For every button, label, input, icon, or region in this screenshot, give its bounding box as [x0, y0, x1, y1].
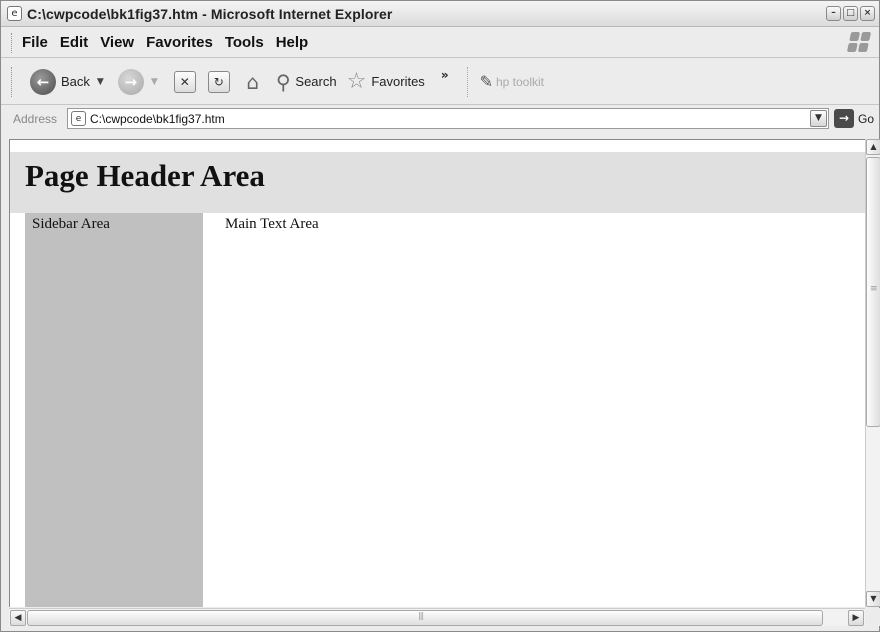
- close-button[interactable]: ×: [860, 6, 875, 21]
- go-button[interactable]: → Go: [834, 109, 874, 128]
- go-arrow-icon: →: [834, 109, 854, 128]
- scroll-up-button[interactable]: ▲: [866, 139, 880, 155]
- chevron-down-icon: ▼: [870, 594, 877, 603]
- scroll-left-button[interactable]: ◀: [10, 610, 26, 626]
- menu-grip[interactable]: [11, 32, 14, 53]
- main-text: Main Text Area: [225, 216, 319, 232]
- vertical-scrollbar[interactable]: ▲ ▼: [865, 139, 880, 607]
- search-magnifier-icon: ⚲: [275, 69, 291, 94]
- scrollbar-corner: [865, 608, 880, 626]
- vertical-scroll-thumb[interactable]: [866, 157, 880, 427]
- page-header-area: Page Header Area: [10, 152, 865, 213]
- maximize-button[interactable]: □: [843, 6, 858, 21]
- horizontal-scrollbar[interactable]: ◀ ▶: [9, 608, 865, 626]
- forward-dropdown-icon[interactable]: ▼: [151, 77, 158, 87]
- browser-window: e C:\cwpcode\bk1fig37.htm - Microsoft In…: [0, 0, 880, 632]
- standard-toolbar: ← Back ▼ → ▼ ✕ ↻ ⌂ ⚲ Search ☆ Favorites …: [1, 59, 879, 105]
- menu-help[interactable]: Help: [276, 34, 309, 51]
- ie-page-icon: e: [71, 111, 86, 126]
- sidebar-text: Sidebar Area: [32, 216, 110, 232]
- address-input[interactable]: e C:\cwpcode\bk1fig37.htm ▼: [67, 108, 829, 129]
- go-label: Go: [858, 111, 875, 126]
- search-button[interactable]: ⚲ Search: [276, 70, 337, 94]
- back-button[interactable]: ← Back ▼: [30, 68, 104, 95]
- menu-view[interactable]: View: [100, 34, 134, 51]
- home-icon: ⌂: [246, 69, 260, 94]
- menu-tools[interactable]: Tools: [225, 34, 264, 51]
- scroll-right-button[interactable]: ▶: [848, 610, 864, 626]
- forward-arrow-icon: →: [117, 68, 144, 95]
- window-controls: – □ ×: [826, 6, 875, 21]
- search-label: Search: [295, 74, 337, 89]
- chevron-down-icon: ▼: [815, 113, 822, 123]
- title-bar: e C:\cwpcode\bk1fig37.htm - Microsoft In…: [1, 1, 879, 27]
- windows-flag-icon: [846, 32, 872, 52]
- sidebar-area: Sidebar Area: [25, 213, 203, 607]
- menu-edit[interactable]: Edit: [60, 34, 88, 51]
- chevron-right-icon: ▶: [852, 613, 860, 623]
- favorites-button[interactable]: ☆ Favorites: [347, 69, 425, 94]
- address-label: Address: [13, 112, 58, 126]
- menu-file[interactable]: File: [22, 34, 48, 51]
- toolbar-separator: [466, 66, 468, 97]
- chevron-left-icon: ◀: [14, 613, 22, 623]
- ie-page-icon: e: [7, 6, 22, 21]
- scroll-down-button[interactable]: ▼: [866, 591, 880, 607]
- stop-button[interactable]: ✕: [173, 70, 196, 93]
- forward-button[interactable]: → ▼: [117, 68, 158, 95]
- toolbar-overflow-chevron[interactable]: »: [441, 68, 449, 82]
- horizontal-scroll-thumb[interactable]: [27, 610, 823, 626]
- page-header-text: Page Header Area: [25, 158, 265, 193]
- stop-icon: ✕: [179, 74, 190, 89]
- favorites-label: Favorites: [371, 74, 425, 89]
- page-viewport: Page Header Area Sidebar Area Main Text …: [9, 139, 865, 607]
- address-bar: Address e C:\cwpcode\bk1fig37.htm ▼ → Go: [1, 106, 879, 132]
- refresh-icon: ↻: [213, 74, 224, 89]
- hp-toolkit-button[interactable]: ✎ hp toolkit: [480, 72, 544, 91]
- hp-toolkit-label: hp toolkit: [495, 74, 545, 89]
- back-dropdown-icon[interactable]: ▼: [97, 77, 104, 87]
- toolbar-grip[interactable]: [11, 66, 14, 97]
- address-value: C:\cwpcode\bk1fig37.htm: [90, 111, 225, 126]
- chevron-up-icon: ▲: [870, 142, 877, 151]
- star-icon: ☆: [346, 69, 367, 94]
- hp-toolkit-icon: ✎: [479, 72, 493, 91]
- home-button[interactable]: ⌂: [240, 69, 266, 95]
- back-arrow-icon: ←: [30, 68, 56, 95]
- refresh-button[interactable]: ↻: [207, 70, 230, 93]
- menu-bar: File Edit View Favorites Tools Help: [1, 28, 879, 58]
- menu-favorites[interactable]: Favorites: [146, 34, 213, 51]
- window-title: C:\cwpcode\bk1fig37.htm - Microsoft Inte…: [27, 5, 393, 22]
- minimize-button[interactable]: –: [826, 6, 841, 21]
- back-label: Back: [61, 74, 90, 89]
- address-dropdown-button[interactable]: ▼: [810, 110, 827, 127]
